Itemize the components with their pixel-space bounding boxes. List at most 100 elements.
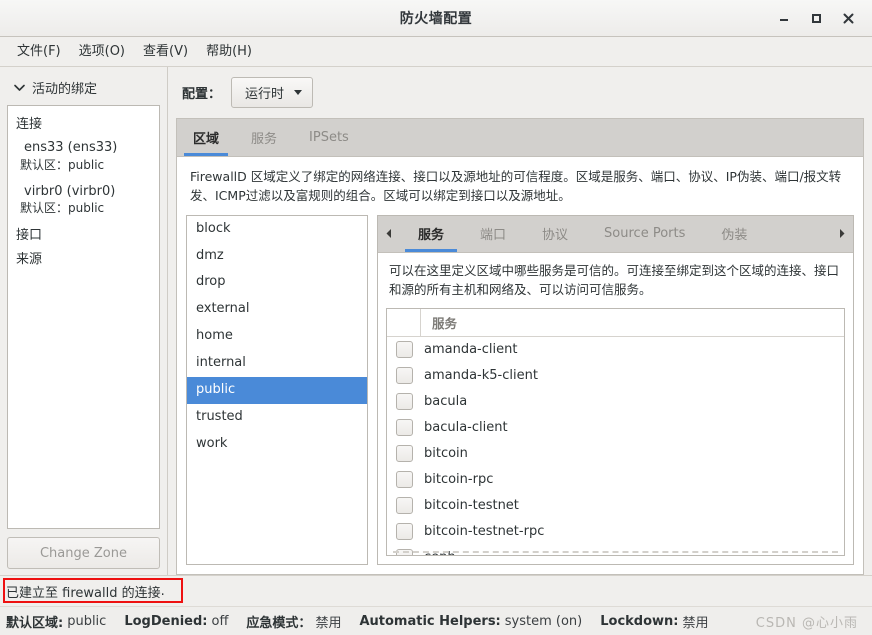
status-lockdown-key: Lockdown: [600, 613, 679, 629]
service-table-header-checkbox-col [387, 308, 421, 336]
connection-item[interactable]: ens33 (ens33) 默认区：public [8, 135, 159, 179]
table-row[interactable]: bitcoin-rpc [387, 467, 844, 493]
tab-services-inner[interactable]: 服务 [400, 216, 462, 252]
firewall-config-window: 防火墙配置 文件(F) 选项(O) 查看(V) 帮助(H) 活动的绑定 连接 e… [0, 0, 872, 635]
close-icon[interactable] [834, 5, 862, 31]
table-row[interactable]: bacula [387, 389, 844, 415]
right-panel: 配置： 运行时 区域 服务 IPSets FirewallD 区域定义了绑定的网… [168, 67, 872, 575]
service-description: 可以在这里定义区域中哪些服务是可信的。可连接至绑定到这个区域的连接、接口和源的所… [389, 262, 840, 298]
status-bar: 默认区域: public LogDenied: off 应急模式： 禁用 Aut… [0, 606, 872, 635]
service-table-header-label: 服务 [432, 315, 458, 331]
configuration-label: 配置： [182, 87, 222, 102]
zone-row[interactable]: internal [187, 350, 367, 377]
connection-name: virbr0 (virbr0) [24, 183, 116, 199]
status-area: 已建立至 firewalld 的连接. 默认区域: public LogDeni… [0, 575, 872, 635]
change-zone-button[interactable]: Change Zone [7, 537, 160, 569]
zone-row[interactable]: external [187, 296, 367, 323]
menu-item-help[interactable]: 帮助(H) [197, 42, 261, 61]
bindings-group-connections: 连接 [16, 117, 43, 132]
table-row[interactable]: amanda-k5-client [387, 363, 844, 389]
window-title: 防火墙配置 [399, 11, 473, 27]
service-checkbox[interactable] [396, 445, 413, 462]
service-name: bacula [424, 394, 468, 409]
table-row[interactable]: amanda-client [387, 337, 844, 363]
status-lockdown-value: 禁用 [682, 615, 709, 631]
zone-area: block dmz drop external home internal pu… [177, 214, 863, 574]
zone-row[interactable]: trusted [187, 404, 367, 431]
connection-status: 已建立至 firewalld 的连接. [0, 576, 872, 606]
service-list-scroll-indicator [393, 551, 838, 553]
tab-services[interactable]: 服务 [235, 119, 293, 156]
status-automatic-helpers-key: Automatic Helpers: [359, 613, 501, 629]
scroll-left-icon[interactable] [378, 216, 400, 252]
service-checkbox[interactable] [396, 523, 413, 540]
service-checkbox[interactable] [396, 367, 413, 384]
maximize-icon[interactable] [802, 5, 830, 31]
service-checkbox[interactable] [396, 471, 413, 488]
scroll-right-icon[interactable] [831, 216, 853, 252]
service-name: amanda-k5-client [424, 368, 538, 383]
tab-source-ports[interactable]: Source Ports [586, 216, 703, 252]
connection-zone-key: 默认区 [20, 201, 57, 216]
table-row[interactable]: bitcoin-testnet-rpc [387, 519, 844, 545]
bindings-group-interfaces: 接口 [16, 228, 43, 244]
status-panic-mode-value: 禁用 [315, 615, 342, 631]
zone-description: FirewallD 区域定义了绑定的网络连接、接口以及源地址的可信程度。区域是服… [177, 157, 863, 215]
zone-row[interactable]: work [187, 431, 367, 458]
connection-zone: 默认区：public [20, 200, 151, 216]
zone-row[interactable]: dmz [187, 243, 367, 270]
main-tabstrip: 区域 服务 IPSets [177, 119, 863, 157]
active-bindings-panel: 活动的绑定 连接 ens33 (ens33) 默认区：public virbr0… [0, 67, 168, 575]
zone-row[interactable]: drop [187, 269, 367, 296]
tab-masquerading[interactable]: 伪装 [703, 216, 765, 252]
active-bindings-expander[interactable]: 活动的绑定 [7, 75, 160, 105]
service-checkbox[interactable] [396, 393, 413, 410]
service-checkbox[interactable] [396, 419, 413, 436]
titlebar: 防火墙配置 [0, 0, 872, 37]
status-default-zone-value: public [67, 613, 107, 629]
main-notebook: 区域 服务 IPSets FirewallD 区域定义了绑定的网络连接、接口以及… [176, 118, 864, 575]
bindings-list[interactable]: 连接 ens33 (ens33) 默认区：public virbr0 (virb… [7, 105, 160, 529]
service-table-frame: 服务 amanda-client amanda-k5-client bacula… [386, 307, 845, 556]
connection-zone-sep: ： [56, 201, 69, 216]
service-name: bitcoin-testnet [424, 498, 519, 513]
zone-list[interactable]: block dmz drop external home internal pu… [186, 214, 368, 565]
table-row[interactable]: bitcoin-testnet [387, 493, 844, 519]
service-name: bitcoin [424, 446, 468, 461]
minimize-icon[interactable] [770, 5, 798, 31]
menu-item-view[interactable]: 查看(V) [134, 42, 197, 61]
connection-item[interactable]: virbr0 (virbr0) 默认区：public [8, 179, 159, 223]
watermark: CSDN @心小雨 [755, 615, 858, 631]
service-table-rows[interactable]: amanda-client amanda-k5-client bacula ba… [387, 337, 844, 555]
chevron-down-icon [294, 90, 303, 95]
connection-zone: 默认区：public [20, 157, 151, 173]
zone-row[interactable]: home [187, 323, 367, 350]
configuration-bar: 配置： 运行时 [168, 67, 872, 118]
menu-item-options[interactable]: 选项(O) [70, 42, 134, 61]
service-table-header: 服务 [387, 308, 844, 337]
status-panic-mode-key: 应急模式： [246, 615, 312, 631]
bindings-group-sources: 来源 [16, 252, 43, 268]
table-row[interactable]: bacula-client [387, 415, 844, 441]
active-bindings-label: 活动的绑定 [32, 82, 98, 97]
tab-zones[interactable]: 区域 [177, 119, 235, 156]
status-automatic-helpers-value: system (on) [504, 613, 583, 629]
body-split: 活动的绑定 连接 ens33 (ens33) 默认区：public virbr0… [0, 67, 872, 575]
configuration-select[interactable]: 运行时 [231, 77, 314, 108]
table-row[interactable]: ceph [387, 545, 844, 555]
table-row[interactable]: bitcoin [387, 441, 844, 467]
connection-status-text: 已建立至 firewalld 的连接 [6, 585, 161, 601]
service-checkbox[interactable] [396, 497, 413, 514]
menu-item-file[interactable]: 文件(F) [8, 42, 70, 61]
zone-row-selected[interactable]: public [187, 376, 367, 404]
service-name: bacula-client [424, 420, 508, 435]
tab-ipsets[interactable]: IPSets [293, 119, 365, 156]
connection-status-period: . [160, 583, 165, 599]
zone-row[interactable]: block [187, 216, 367, 243]
tab-protocols[interactable]: 协议 [524, 216, 586, 252]
connection-zone-sep: ： [56, 157, 69, 172]
tab-ports[interactable]: 端口 [462, 216, 524, 252]
service-checkbox[interactable] [396, 341, 413, 358]
connection-name: ens33 (ens33) [24, 140, 118, 155]
window-controls [770, 5, 872, 31]
